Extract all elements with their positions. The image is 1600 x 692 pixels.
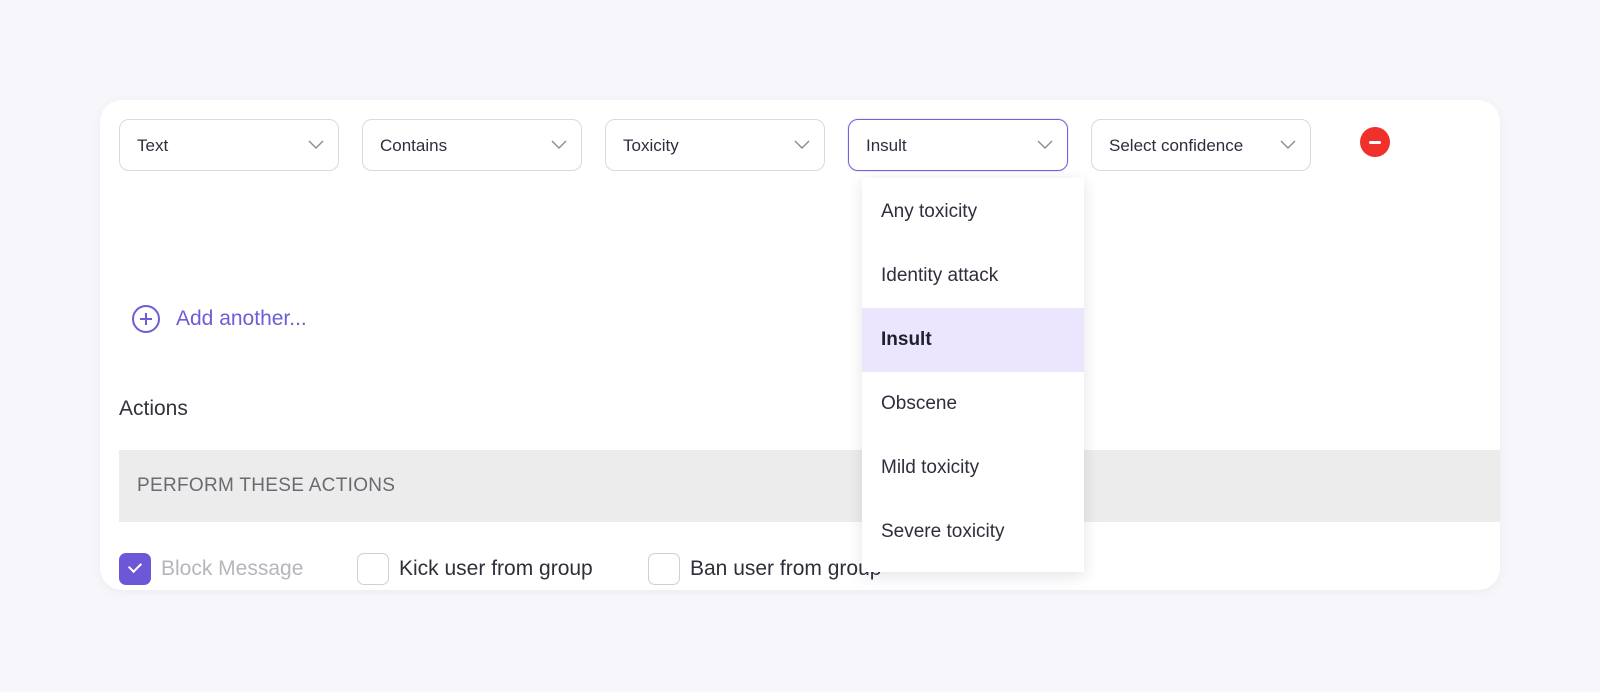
category-select-value: Toxicity bbox=[623, 136, 679, 155]
chevron-down-icon bbox=[1280, 140, 1296, 149]
confidence-select-placeholder: Select confidence bbox=[1109, 136, 1244, 155]
add-another-button[interactable]: Add another... bbox=[132, 305, 307, 333]
check-icon[interactable] bbox=[119, 553, 151, 585]
dropdown-option-any-toxicity[interactable]: Any toxicity bbox=[862, 180, 1084, 244]
operator-select[interactable]: Contains bbox=[362, 119, 582, 171]
action-kick-user[interactable]: Kick user from group bbox=[357, 553, 593, 585]
actions-bar: PERFORM THESE ACTIONS bbox=[119, 450, 1500, 522]
chevron-down-icon bbox=[551, 140, 567, 149]
field-select-value: Text bbox=[137, 136, 169, 155]
checkbox[interactable] bbox=[648, 553, 680, 585]
category-select[interactable]: Toxicity bbox=[605, 119, 825, 171]
dropdown-option-identity-attack[interactable]: Identity attack bbox=[862, 244, 1084, 308]
checkbox[interactable] bbox=[357, 553, 389, 585]
action-label: Kick user from group bbox=[399, 557, 593, 580]
chevron-down-icon bbox=[1037, 140, 1053, 149]
actions-bar-label: PERFORM THESE ACTIONS bbox=[137, 475, 396, 496]
actions-title: Actions bbox=[119, 397, 188, 420]
add-another-label: Add another... bbox=[176, 307, 307, 330]
operator-select-value: Contains bbox=[380, 136, 448, 155]
action-label: Block Message bbox=[161, 557, 304, 580]
chevron-down-icon bbox=[794, 140, 810, 149]
action-ban-user[interactable]: Ban user from group bbox=[648, 553, 881, 585]
field-select[interactable]: Text bbox=[119, 119, 339, 171]
subcategory-dropdown-menu: Any toxicity Identity attack Insult Obsc… bbox=[862, 178, 1084, 572]
action-label: Ban user from group bbox=[690, 557, 882, 580]
subcategory-select[interactable]: Insult bbox=[848, 119, 1068, 171]
chevron-down-icon bbox=[308, 140, 324, 149]
dropdown-option-mild-toxicity[interactable]: Mild toxicity bbox=[862, 436, 1084, 500]
subcategory-select-value: Insult bbox=[866, 136, 907, 155]
plus-circle-icon bbox=[132, 305, 160, 333]
confidence-select[interactable]: Select confidence bbox=[1091, 119, 1311, 171]
dropdown-option-insult[interactable]: Insult bbox=[862, 308, 1084, 372]
action-block-message[interactable]: Block Message bbox=[119, 553, 303, 585]
dropdown-option-obscene[interactable]: Obscene bbox=[862, 372, 1084, 436]
remove-condition-button[interactable] bbox=[1360, 127, 1390, 157]
rule-card: Text Contains Toxicity Insult Select con… bbox=[100, 100, 1500, 590]
dropdown-option-severe-toxicity[interactable]: Severe toxicity bbox=[862, 500, 1084, 564]
